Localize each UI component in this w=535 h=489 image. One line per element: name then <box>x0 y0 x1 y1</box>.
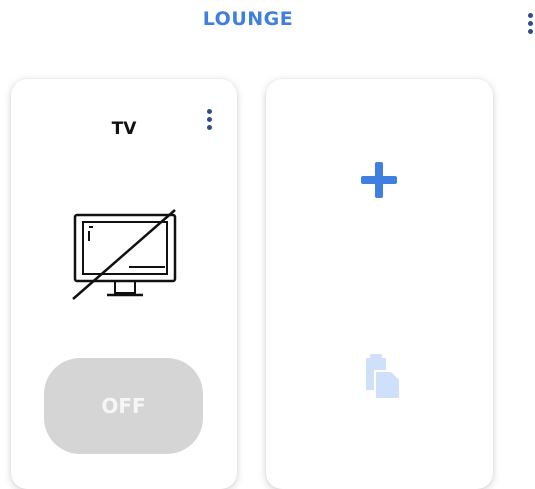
tv-device-card[interactable]: TV OFF <box>11 79 237 489</box>
paste-icon[interactable] <box>360 352 400 400</box>
power-toggle-button[interactable]: OFF <box>44 358 203 454</box>
menu-dot <box>207 125 212 130</box>
device-menu-icon[interactable] <box>207 109 212 130</box>
menu-dot <box>528 13 533 18</box>
plus-icon[interactable] <box>359 160 399 200</box>
tv-off-icon <box>72 209 177 300</box>
room-title: LOUNGE <box>202 8 294 30</box>
room-menu-icon[interactable] <box>528 13 533 34</box>
menu-dot <box>207 117 212 122</box>
device-name: TV <box>111 119 137 139</box>
menu-dot <box>528 21 533 26</box>
menu-dot <box>528 29 533 34</box>
menu-dot <box>207 109 212 114</box>
add-device-card <box>266 79 493 489</box>
